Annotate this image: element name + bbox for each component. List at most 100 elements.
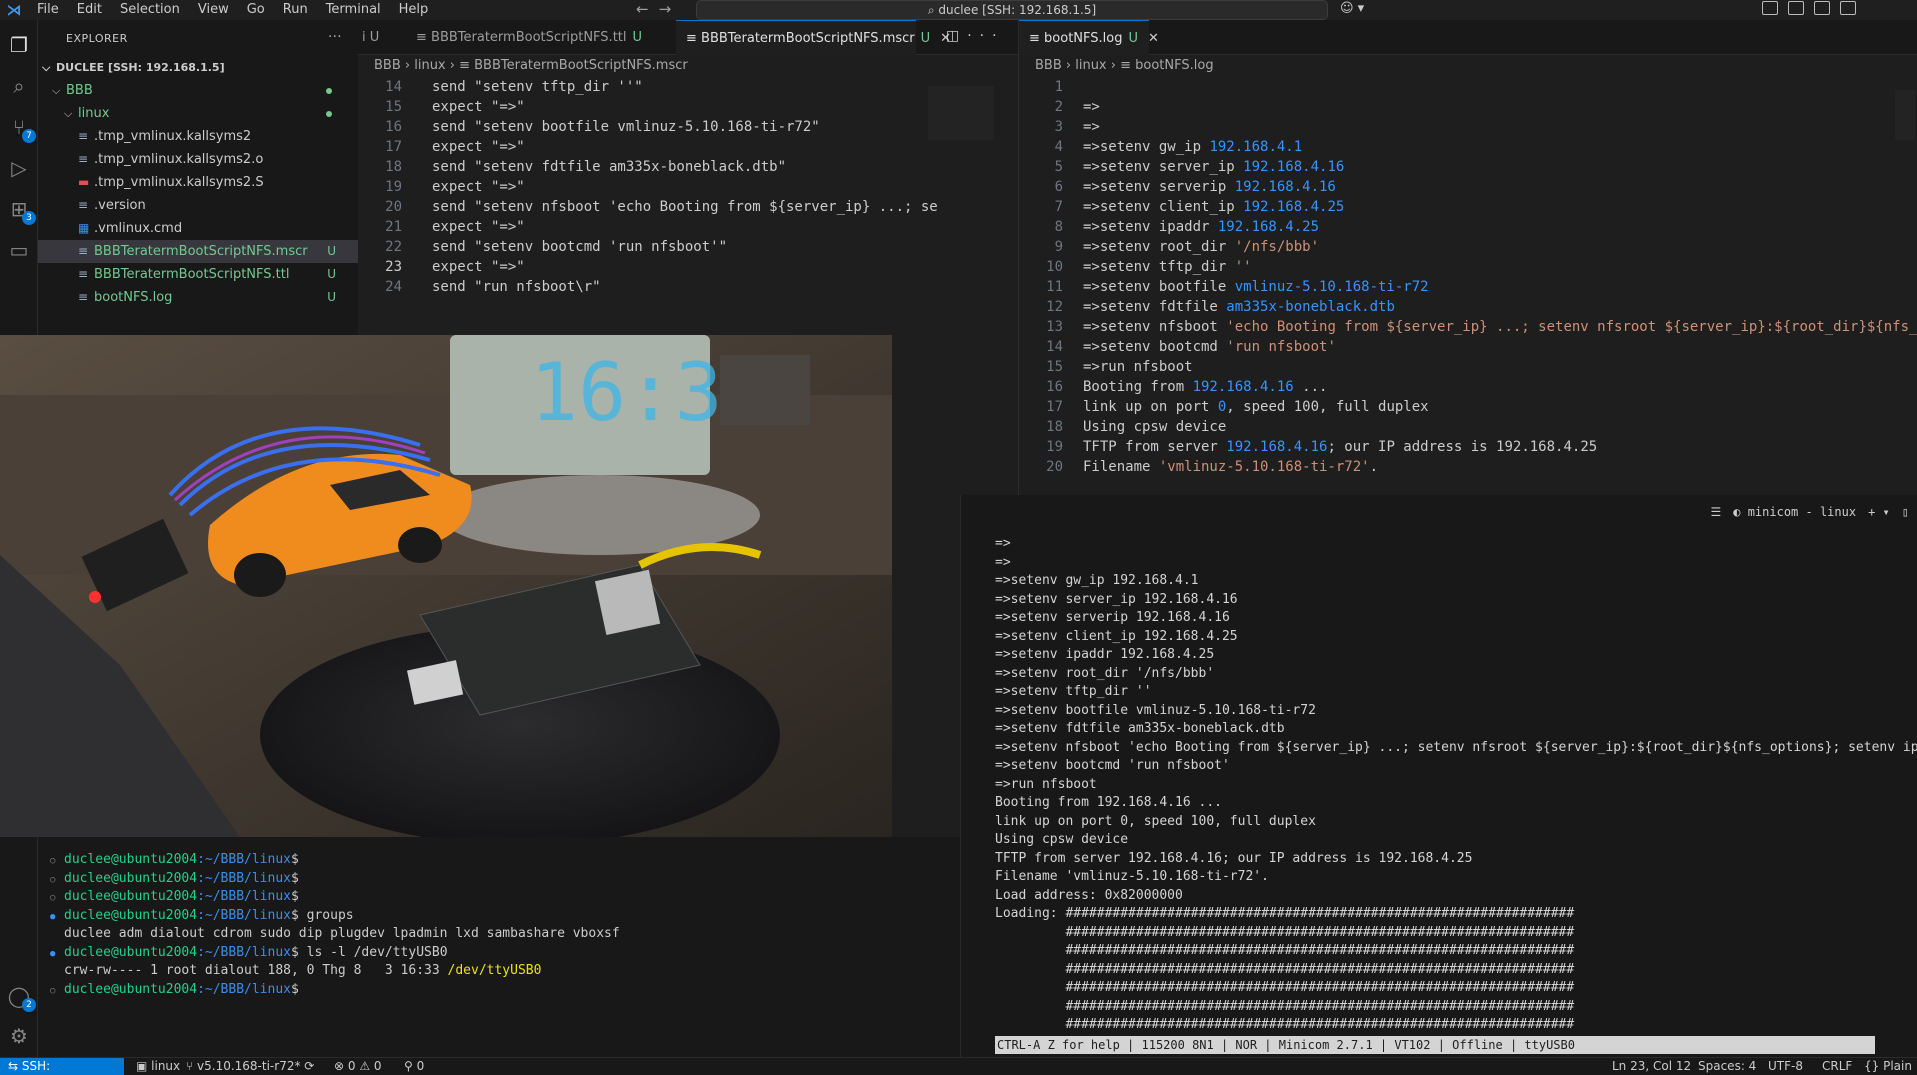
code-text: TFTP from server 192.168.4.16; our IP ad… — [1083, 437, 1597, 457]
terminal-cmd: $ — [290, 870, 299, 886]
file-icon: ≡ — [459, 58, 475, 73]
extensions-icon[interactable]: ⊞ 3 — [6, 196, 36, 225]
file-item-selected[interactable]: ≡ BBBTeratermBootScriptNFS.mscr U — [38, 240, 358, 263]
accounts-icon[interactable]: ◯ 2 — [6, 983, 36, 1012]
language-label: Plain — [1883, 1059, 1912, 1073]
tab-ttl[interactable]: ≡ BBBTeratermBootScriptNFS.ttl U — [406, 20, 642, 55]
code-token: ... — [1293, 379, 1328, 395]
search-activity-icon[interactable]: ⌕ — [6, 73, 32, 99]
breadcrumb-item[interactable]: linux — [1075, 58, 1106, 73]
tab-mscr[interactable]: ≡ BBBTeratermBootScriptNFS.mscr U ✕ — [676, 20, 951, 55]
file-item[interactable]: ≡ .tmp_vmlinux.kallsyms2 — [38, 125, 358, 148]
toggle-sidebar-icon[interactable] — [1788, 1, 1804, 15]
encoding[interactable]: UTF-8 — [1768, 1058, 1803, 1075]
breadcrumb-item[interactable]: linux — [414, 58, 445, 73]
menu-file[interactable]: File — [28, 0, 68, 20]
file-item[interactable]: ▦ .vmlinux.cmd — [38, 217, 358, 240]
minicom-line: ########################################… — [995, 998, 1575, 1014]
language-mode[interactable]: {} Plain — [1864, 1058, 1912, 1075]
split-editor-icon[interactable]: ◫ — [946, 28, 967, 44]
file-item[interactable]: ≡ bootNFS.log U — [38, 286, 358, 309]
menu-terminal[interactable]: Terminal — [317, 0, 390, 20]
explorer-sidebar: EXPLORER ··· ⌵ DUCLEE [SSH: 192.168.1.5] ⌵… — [38, 20, 358, 338]
code-token: '' — [1234, 259, 1252, 275]
code-token: vmlinuz-5.10.168-ti-r72 — [1234, 279, 1429, 295]
line-ending[interactable]: CRLF — [1822, 1058, 1852, 1075]
folder-linux[interactable]: ⌵ linux — [38, 102, 358, 125]
ports-indicator[interactable]: ⚲ 0 — [404, 1058, 424, 1075]
terminal-tab[interactable]: ◐ minicom - linux — [1733, 505, 1856, 519]
car-wheel — [398, 527, 442, 563]
code-text: link up on port 0, speed 100, full duple… — [1083, 397, 1429, 417]
code-text: =>run nfsboot — [1083, 357, 1193, 377]
menu-go[interactable]: Go — [238, 0, 274, 20]
code-text: =>setenv client_ip 192.168.4.25 — [1083, 197, 1344, 217]
workspace-header[interactable]: ⌵ DUCLEE [SSH: 192.168.1.5] — [38, 56, 358, 79]
close-icon[interactable]: ✕ — [1148, 31, 1159, 46]
menu-edit[interactable]: Edit — [68, 0, 111, 20]
tab-bootnfs-log[interactable]: ≡ bootNFS.log U ✕ — [1019, 20, 1159, 55]
minicom-line: =>setenv tftp_dir '' — [995, 684, 1152, 699]
folder-bbb[interactable]: ⌵ BBB — [38, 79, 358, 102]
terminal-line: ● duclee@ubuntu2004:~/BBB/linux$ groups — [50, 907, 354, 925]
new-terminal-icon[interactable]: + ▾ — [1868, 505, 1890, 519]
terminal-prompt: duclee@ubuntu2004 — [64, 944, 198, 960]
menu-run[interactable]: Run — [274, 0, 317, 20]
code-token: => — [1083, 99, 1100, 115]
breadcrumb-item[interactable]: BBBTeratermBootScriptNFS.mscr — [474, 58, 688, 73]
minicom-line: =>setenv nfsboot 'echo Booting from ${se… — [995, 739, 1917, 755]
nav-arrows: ←→ — [636, 0, 681, 18]
remote-indicator[interactable]: ⇆ SSH: 192.168.1.5 — [0, 1058, 124, 1075]
tab-partial[interactable]: i U — [358, 20, 396, 55]
more-actions-icon[interactable]: ··· — [967, 28, 1004, 44]
customize-layout-icon[interactable] — [1762, 1, 1778, 15]
forward-arrow-icon[interactable]: → — [659, 0, 682, 18]
breadcrumb-item[interactable]: BBB — [374, 58, 401, 73]
file-item[interactable]: ▬ .tmp_vmlinux.kallsyms2.S — [38, 171, 358, 194]
file-item[interactable]: ≡ BBBTeratermBootScriptNFS.ttl U — [38, 263, 358, 286]
file-label: .tmp_vmlinux.kallsyms2 — [94, 129, 252, 144]
webcam-overlay: 16:33 — [0, 335, 892, 837]
copilot-icon[interactable]: ☺ ▾ — [1340, 1, 1364, 16]
terminal-list-icon[interactable]: ☰ — [1710, 505, 1721, 519]
source-control-icon[interactable]: ⑂ 7 — [6, 114, 36, 143]
code-text: =>setenv server_ip 192.168.4.16 — [1083, 157, 1344, 177]
breadcrumb-item[interactable]: bootNFS.log — [1135, 58, 1213, 73]
file-item[interactable]: ≡ .version — [38, 194, 358, 217]
terminal-bash[interactable]: ○ duclee@ubuntu2004:~/BBB/linux$ ○ duclee@u… — [38, 837, 960, 1057]
settings-gear-icon[interactable]: ⚙ — [6, 1023, 32, 1049]
indentation[interactable]: Spaces: 4 — [1698, 1058, 1756, 1075]
file-item[interactable]: ≡ .tmp_vmlinux.kallsyms2.o — [38, 148, 358, 171]
terminal-icon: ◐ — [1733, 505, 1748, 519]
source-control-badge: 7 — [22, 129, 36, 143]
cursor-position[interactable]: Ln 23, Col 12 — [1612, 1058, 1691, 1075]
folder-indicator[interactable]: ▣ linux — [136, 1058, 180, 1075]
command-decoration-icon: ○ — [50, 856, 56, 866]
menu-view[interactable]: View — [189, 0, 238, 20]
explorer-icon[interactable]: ❐ — [6, 32, 32, 58]
branch-indicator[interactable]: ⑂ v5.10.168-ti-r72* ⟳ — [186, 1058, 314, 1075]
chevron-down-icon: ⌵ — [52, 84, 61, 97]
minicom-line: link up on port 0, speed 100, full duple… — [995, 813, 1316, 829]
tab-label: BBBTeratermBootScriptNFS.ttl — [431, 30, 627, 45]
minimap[interactable] — [1895, 90, 1915, 140]
breadcrumb-item[interactable]: BBB — [1035, 58, 1062, 73]
minicom-line: =>setenv ipaddr 192.168.4.25 — [995, 647, 1215, 662]
toggle-secondary-sidebar-icon[interactable] — [1840, 1, 1856, 15]
toggle-panel-icon[interactable] — [1814, 1, 1830, 15]
remote-explorer-icon[interactable]: ▭ — [6, 237, 32, 263]
more-actions-icon[interactable]: ··· — [328, 30, 342, 45]
split-terminal-icon[interactable]: ▯ — [1902, 505, 1909, 519]
run-debug-icon[interactable]: ▷ — [6, 155, 32, 181]
file-icon: ≡ — [1120, 58, 1136, 73]
minimap[interactable] — [928, 86, 994, 140]
code-token: =>setenv server_ip — [1083, 159, 1244, 175]
terminal-minicom[interactable]: ☰ ◐ minicom - linux + ▾ ▯ => => =>setenv g… — [960, 495, 1917, 1057]
line-number: 10 — [1046, 259, 1063, 275]
menu-help[interactable]: Help — [390, 0, 438, 20]
command-center[interactable]: ⌕ duclee [SSH: 192.168.1.5] — [696, 0, 1328, 20]
tab-label: BBBTeratermBootScriptNFS.mscr — [701, 31, 915, 46]
menu-selection[interactable]: Selection — [111, 0, 189, 20]
back-arrow-icon[interactable]: ← — [636, 0, 659, 18]
problems-indicator[interactable]: ⊗ 0 ⚠ 0 — [334, 1058, 382, 1075]
